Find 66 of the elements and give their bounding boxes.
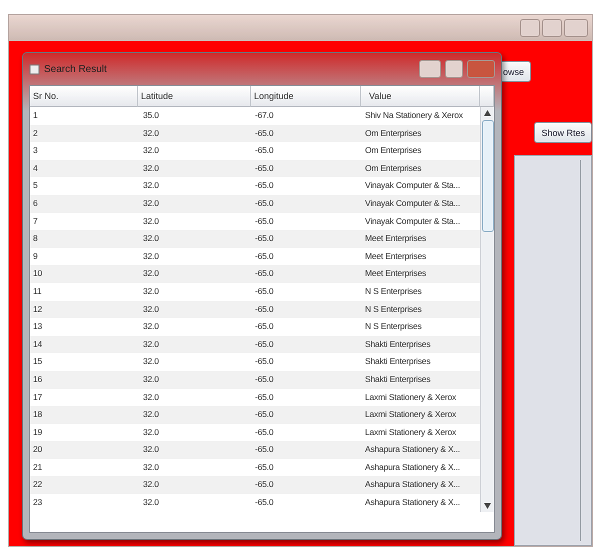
close-button[interactable] xyxy=(467,60,495,78)
column-header[interactable]: Value xyxy=(361,86,480,107)
table-cell: N S Enterprises xyxy=(361,300,480,318)
column-header[interactable]: Latitude xyxy=(138,86,251,107)
maximize-button[interactable] xyxy=(542,19,562,37)
table-cell: 6 xyxy=(30,194,138,213)
table-cell: 32.0 xyxy=(138,194,251,213)
table-cell: 12 xyxy=(30,300,138,318)
table-cell: -65.0 xyxy=(251,406,361,424)
table-cell: -65.0 xyxy=(251,124,361,142)
table-cell: 19 xyxy=(30,424,138,442)
table-cell: 32.0 xyxy=(138,406,251,424)
table-cell: Ashapura Stationery & X... xyxy=(361,441,480,459)
table-cell: -65.0 xyxy=(251,300,361,318)
table-cell: Om Enterprises xyxy=(361,160,480,178)
table-cell: Shakti Enterprises xyxy=(361,370,480,388)
table-cell: 10 xyxy=(30,265,138,283)
table-cell: 4 xyxy=(30,160,138,178)
table-cell: 32.0 xyxy=(138,230,251,248)
close-button[interactable] xyxy=(564,19,588,37)
table-cell: Ashapura Stationery & X... xyxy=(361,476,480,494)
minimize-button[interactable] xyxy=(520,19,540,37)
column-header[interactable]: Longitude xyxy=(251,86,361,107)
table-cell: -65.0 xyxy=(251,424,361,442)
scroll-up-icon[interactable] xyxy=(484,110,491,116)
column-header[interactable]: Sr No. xyxy=(30,86,138,107)
table-cell: 32.0 xyxy=(138,265,251,283)
table-cell: Meet Enterprises xyxy=(361,265,480,283)
table-cell: -65.0 xyxy=(251,230,361,248)
table-cell: Meet Enterprises xyxy=(361,230,480,248)
table-cell: Om Enterprises xyxy=(361,124,480,142)
maximize-button[interactable] xyxy=(445,60,463,78)
show-button[interactable]: Show Rtes xyxy=(534,122,592,143)
table-cell: -65.0 xyxy=(251,336,361,354)
scrollbar[interactable] xyxy=(480,107,494,512)
table-cell: 32.0 xyxy=(138,441,251,459)
table-cell: 32.0 xyxy=(138,476,251,494)
table-cell: -65.0 xyxy=(251,476,361,494)
table-cell: Vinayak Computer & Sta... xyxy=(361,194,480,213)
table-cell: 32.0 xyxy=(138,370,251,388)
table-cell: 2 xyxy=(30,124,138,142)
table-cell: 14 xyxy=(30,336,138,354)
table-cell: 32.0 xyxy=(138,160,251,178)
table-cell: 22 xyxy=(30,476,138,494)
table-cell: Shakti Enterprises xyxy=(361,336,480,354)
table-cell: 32.0 xyxy=(138,424,251,442)
scroll-thumb[interactable] xyxy=(482,120,494,232)
dialog-title: Search Result xyxy=(44,64,107,74)
table-cell: -65.0 xyxy=(251,370,361,388)
minimize-button[interactable] xyxy=(419,60,441,78)
table-cell: 32.0 xyxy=(138,300,251,318)
table-cell: -65.0 xyxy=(251,265,361,283)
table-cell: 18 xyxy=(30,406,138,424)
table-cell: -65.0 xyxy=(251,441,361,459)
app-icon xyxy=(29,64,40,74)
table-cell: 20 xyxy=(30,441,138,459)
table-cell: 16 xyxy=(30,370,138,388)
table-cell: 8 xyxy=(30,230,138,248)
header-corner xyxy=(480,86,494,107)
table-cell: 32.0 xyxy=(138,336,251,354)
scroll-down-icon[interactable] xyxy=(484,502,491,509)
table-cell: Laxmi Stationery & Xerox xyxy=(361,424,480,442)
table-cell: -65.0 xyxy=(251,194,361,213)
table-cell: 32.0 xyxy=(138,124,251,142)
table-cell: Laxmi Stationery & Xerox xyxy=(361,406,480,424)
table-cell: -65.0 xyxy=(251,160,361,178)
